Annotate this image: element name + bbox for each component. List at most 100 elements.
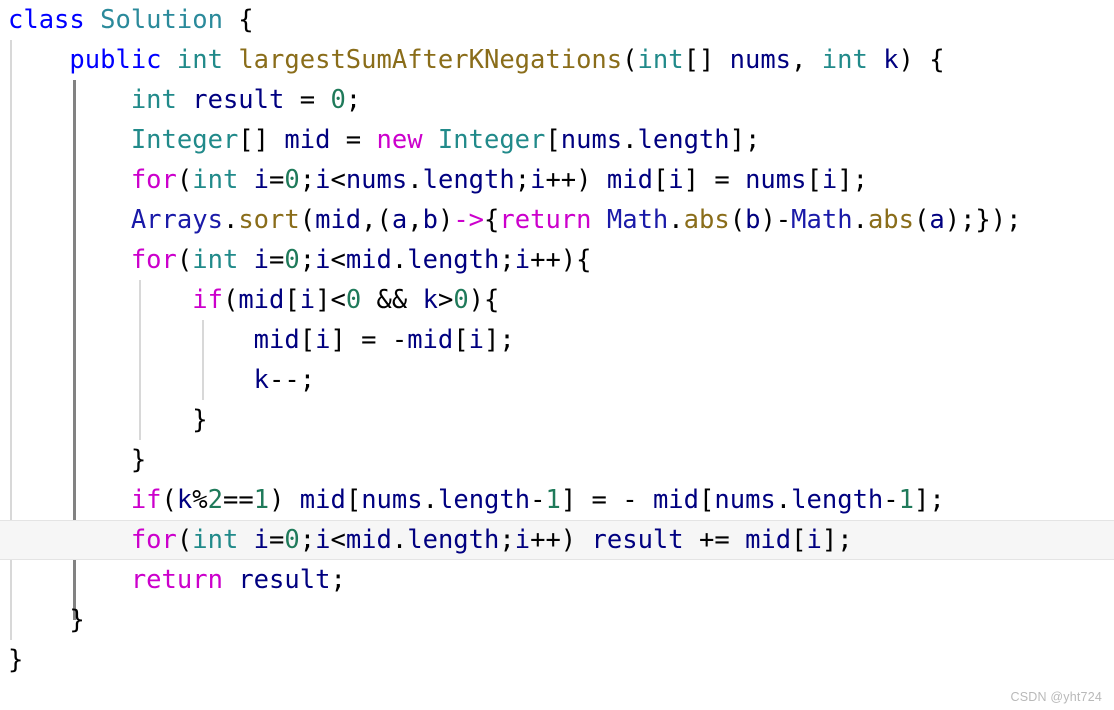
code-token: .	[407, 165, 423, 195]
code-content[interactable]: class Solution { public int largestSumAf…	[0, 0, 1114, 680]
code-token: for	[130, 165, 177, 195]
code-token: abs	[683, 205, 730, 235]
code-token: --;	[269, 365, 316, 395]
code-token: ){	[468, 285, 500, 315]
code-token: mid	[652, 485, 700, 515]
code-line[interactable]: int result = 0;	[0, 80, 1114, 120]
code-token: 0	[284, 245, 300, 275]
code-token: i	[821, 165, 838, 195]
code-token: ++){	[530, 245, 592, 275]
code-token: int	[192, 245, 239, 275]
code-token: (	[161, 485, 177, 515]
code-line[interactable]: if(k%2==1) mid[nums.length-1] = - mid[nu…	[0, 480, 1114, 520]
code-token: Integer	[437, 125, 546, 155]
code-token: {	[484, 205, 500, 235]
code-line[interactable]: }	[0, 400, 1114, 440]
code-line[interactable]: for(int i=0;i<mid.length;i++){	[0, 240, 1114, 280]
code-line[interactable]: return result;	[0, 560, 1114, 600]
code-token: b	[422, 205, 438, 235]
code-token: [	[699, 485, 715, 515]
code-line[interactable]: mid[i] = -mid[i];	[0, 320, 1114, 360]
code-token: int	[130, 85, 177, 115]
code-line[interactable]: public int largestSumAfterKNegations(int…	[0, 40, 1114, 80]
code-token: -	[883, 485, 899, 515]
code-token: int	[176, 45, 223, 75]
code-token: .	[852, 205, 868, 235]
code-token: .	[668, 205, 684, 235]
code-token: ;	[345, 85, 362, 115]
code-token: [	[806, 165, 822, 195]
code-token: int	[192, 165, 239, 195]
code-token: nums	[729, 45, 792, 75]
code-token: mid	[407, 325, 454, 355]
code-token: .	[422, 485, 438, 515]
code-token: int	[192, 525, 239, 555]
code-token: 0	[284, 525, 300, 555]
code-line[interactable]: for(int i=0;i<nums.length;i++) mid[i] = …	[0, 160, 1114, 200]
code-line[interactable]: k--;	[0, 360, 1114, 400]
code-token: (	[176, 245, 193, 275]
code-token: (	[176, 525, 193, 555]
code-token: [	[299, 325, 316, 355]
code-token: for	[130, 245, 177, 275]
code-line[interactable]: }	[0, 600, 1114, 640]
code-token: ] = -	[330, 325, 408, 355]
code-token: .	[391, 525, 408, 555]
code-line[interactable]: Integer[] mid = new Integer[nums.length]…	[0, 120, 1114, 160]
code-token: );});	[944, 205, 1022, 235]
code-token: mid	[238, 285, 285, 315]
code-token: <	[330, 525, 346, 555]
code-token: if	[192, 285, 223, 315]
code-line[interactable]: Arrays.sort(mid,(a,b)->{return Math.abs(…	[0, 200, 1114, 240]
code-token: return	[130, 565, 223, 595]
code-token: a	[929, 205, 945, 235]
code-token: ;	[499, 525, 515, 555]
code-token: a	[391, 205, 408, 235]
code-token: -	[530, 485, 546, 515]
code-token: i	[315, 525, 331, 555]
code-token: i	[468, 325, 484, 355]
code-token: =	[269, 525, 285, 555]
code-token: ] =	[683, 165, 746, 195]
code-token: [	[791, 525, 807, 555]
code-token: length	[407, 245, 500, 275]
code-editor[interactable]: class Solution { public int largestSumAf…	[0, 0, 1114, 710]
code-line[interactable]: for(int i=0;i<mid.length;i++) result += …	[0, 520, 1114, 560]
code-line[interactable]: }	[0, 440, 1114, 480]
code-token: ++)	[545, 165, 607, 195]
code-token: new	[376, 125, 423, 155]
code-token: 1	[253, 485, 270, 515]
code-line[interactable]: }	[0, 640, 1114, 680]
code-token: result	[591, 525, 684, 555]
code-token: ) {	[898, 45, 945, 75]
code-token: i	[253, 245, 270, 275]
code-token: nums	[345, 165, 408, 195]
code-token: {	[222, 5, 254, 35]
code-line[interactable]: if(mid[i]<0 && k>0){	[0, 280, 1114, 320]
code-token: }	[8, 645, 24, 675]
code-token: Arrays	[130, 205, 223, 235]
code-token: mid	[745, 525, 792, 555]
code-token: result	[238, 565, 331, 595]
code-token: sort	[238, 205, 300, 235]
code-token: for	[130, 525, 177, 555]
code-token: public	[69, 45, 162, 75]
code-line[interactable]: class Solution {	[0, 0, 1114, 40]
code-token: .	[222, 205, 239, 235]
code-token: 0	[345, 285, 362, 315]
code-token: class	[8, 5, 85, 35]
code-token: )	[437, 205, 454, 235]
code-token: k	[176, 485, 193, 515]
